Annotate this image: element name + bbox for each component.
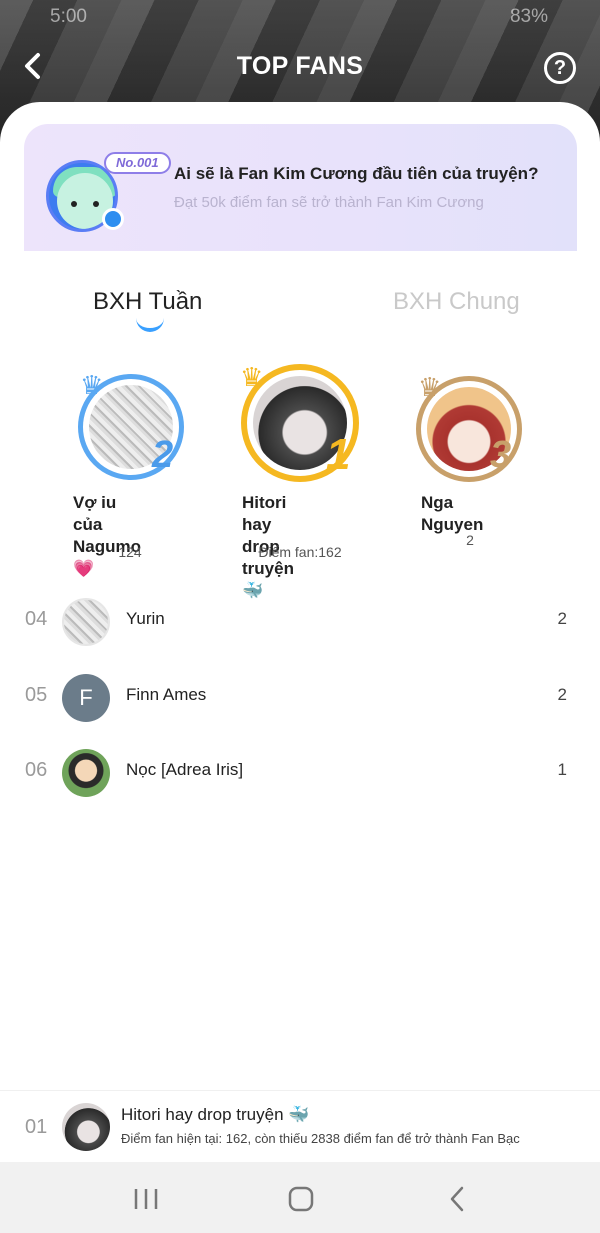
row-score: 1: [557, 760, 567, 779]
tab-overall-ranking[interactable]: BXH Chung: [393, 288, 520, 316]
current-user-progress: Điểm fan hiện tại: 162, còn thiếu 2838 đ…: [121, 1131, 520, 1146]
system-navigation-bar: [0, 1162, 600, 1233]
status-bar: 5:00 83%: [0, 6, 600, 30]
diamond-badge-icon: [102, 208, 124, 230]
row-rank: 06: [25, 759, 48, 781]
podium-name: Vợ iu của Nagumo 💗: [73, 493, 141, 578]
rank-number: 1: [326, 430, 351, 479]
back-nav-button[interactable]: [438, 1184, 478, 1214]
banner-title: Ai sẽ là Fan Kim Cương đầu tiên của truy…: [174, 164, 539, 183]
list-item[interactable]: 04 Yurin 2: [0, 592, 600, 652]
status-time: 5:00: [50, 6, 87, 27]
row-score: 2: [557, 609, 567, 628]
tab-weekly-ranking[interactable]: BXH Tuần: [93, 288, 202, 316]
rank-number: 2: [152, 434, 174, 476]
podium-score: Điểm fan:162: [258, 544, 342, 560]
podium-name: Nga Nguyen: [421, 493, 484, 534]
rank-tag: No.001: [104, 152, 171, 174]
avatar: F: [62, 674, 110, 722]
avatar: [62, 1103, 110, 1151]
podium-score: 124: [118, 544, 142, 560]
current-user-rank[interactable]: 01 Hitori hay drop truyện 🐳 Điểm fan hiệ…: [0, 1090, 600, 1162]
list-item[interactable]: 06 Nọc [Adrea Iris] 1: [0, 743, 600, 803]
row-rank: 04: [25, 608, 48, 630]
page-title: TOP FANS: [236, 52, 364, 80]
row-rank: 05: [25, 684, 48, 706]
recent-apps-icon: [134, 1189, 158, 1209]
help-button[interactable]: ?: [544, 52, 576, 84]
list-item[interactable]: 05 F Finn Ames 2: [0, 668, 600, 728]
recent-apps-button[interactable]: [126, 1184, 166, 1214]
home-button[interactable]: [281, 1184, 321, 1214]
podium-score: 2: [466, 532, 474, 548]
avatar: [62, 598, 110, 646]
active-tab-indicator: [136, 318, 164, 332]
diamond-fan-banner: No.001 Ai sẽ là Fan Kim Cương đầu tiên c…: [24, 124, 577, 251]
banner-subtitle: Đạt 50k điểm fan sẽ trở thành Fan Kim Cư…: [174, 194, 484, 211]
avatar: [62, 749, 110, 797]
row-score: 2: [557, 685, 567, 704]
content-sheet: No.001 Ai sẽ là Fan Kim Cương đầu tiên c…: [0, 102, 600, 1162]
row-name: Yurin: [126, 609, 165, 628]
row-name: Finn Ames: [126, 685, 207, 704]
current-user-name: Hitori hay drop truyện 🐳: [121, 1105, 310, 1124]
rank-number: 3: [490, 434, 512, 476]
row-name: Nọc [Adrea Iris]: [126, 760, 244, 779]
battery-level: 83%: [509, 6, 548, 27]
back-icon: [450, 1186, 464, 1212]
home-icon: [288, 1186, 314, 1212]
question-icon: ?: [553, 57, 567, 79]
row-rank: 01: [25, 1116, 48, 1138]
